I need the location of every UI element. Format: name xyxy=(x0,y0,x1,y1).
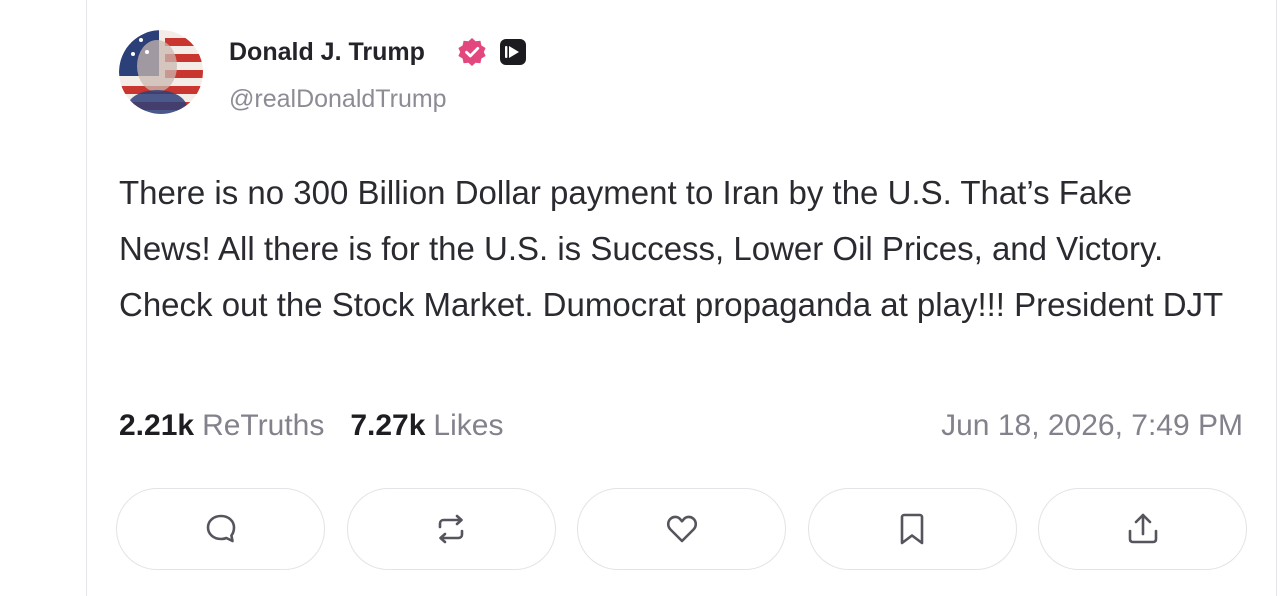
reply-button[interactable] xyxy=(116,488,325,570)
play-badge-icon xyxy=(500,39,526,65)
share-icon xyxy=(1128,513,1157,544)
like-button[interactable] xyxy=(577,488,786,570)
like-icon xyxy=(666,515,697,543)
bookmark-icon xyxy=(900,513,924,545)
likes-stat[interactable]: 7.27k Likes xyxy=(350,409,503,443)
reply-icon xyxy=(206,514,235,543)
verified-badge-icon xyxy=(458,38,486,66)
bookmark-button[interactable] xyxy=(807,488,1017,570)
post-text: There is no 300 Billion Dollar payment t… xyxy=(119,174,1224,323)
retruths-count: 2.21k xyxy=(119,409,195,442)
post-card: Donald J. Trump @realDonaldTrump There i… xyxy=(87,0,1276,596)
retruth-button[interactable] xyxy=(346,488,556,570)
avatar[interactable] xyxy=(119,30,203,114)
post-stats: 2.21k ReTruths 7.27k Likes xyxy=(119,409,503,453)
retruths-stat[interactable]: 2.21k ReTruths xyxy=(119,409,324,443)
likes-label: Likes xyxy=(433,409,504,442)
share-button[interactable] xyxy=(1038,488,1247,570)
action-bar xyxy=(116,488,1247,572)
retruths-label: ReTruths xyxy=(202,409,325,442)
page-border-right xyxy=(1276,0,1277,596)
author-handle[interactable]: @realDonaldTrump xyxy=(229,85,447,114)
likes-count: 7.27k xyxy=(350,409,426,442)
retruth-icon xyxy=(438,514,464,544)
author-display-name[interactable]: Donald J. Trump xyxy=(229,38,425,67)
post-timestamp[interactable]: Jun 18, 2026, 7:49 PM xyxy=(941,409,1243,443)
avatar-image xyxy=(119,30,203,114)
